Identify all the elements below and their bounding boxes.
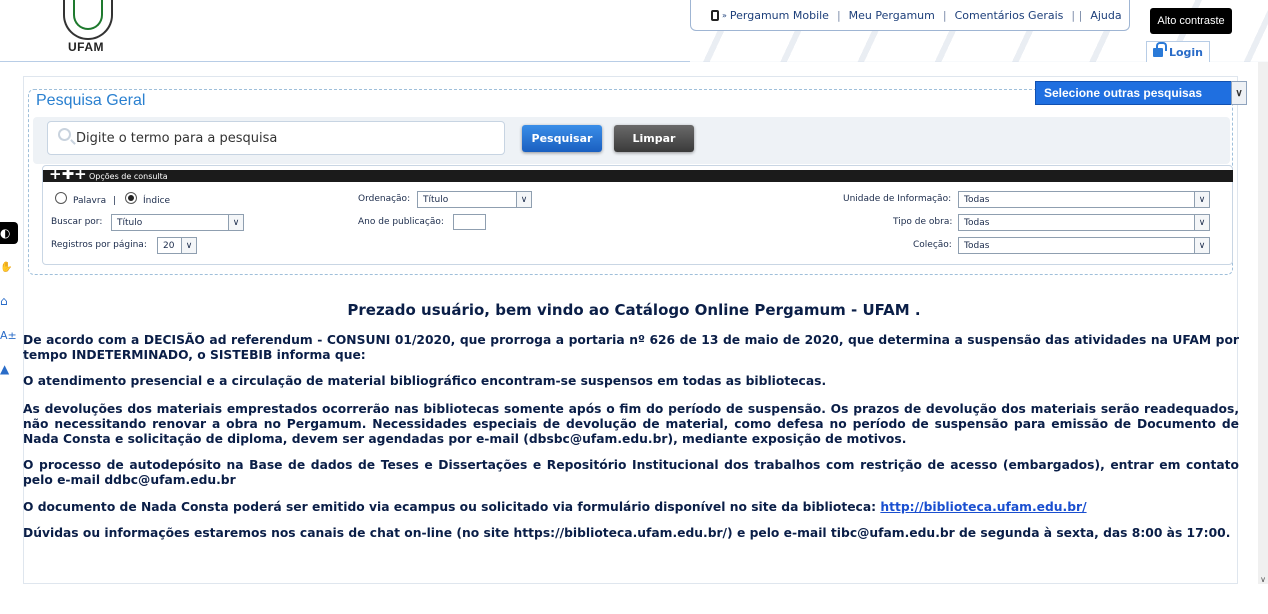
options-panel: +✚+ Opções de consulta Palavra | Índice … (42, 165, 1233, 265)
library-link[interactable]: http://biblioteca.ufam.edu.br/ (880, 500, 1086, 514)
notice-paragraph-5-text: O documento de Nada Consta poderá ser em… (23, 500, 881, 514)
scroll-top-icon[interactable]: ▲ (0, 358, 18, 380)
unidade-label: Unidade de Informação: (843, 194, 952, 204)
radio-palavra[interactable] (55, 192, 67, 204)
sign-language-icon[interactable]: ✋ (0, 256, 18, 278)
menu-meu-pergamum[interactable]: Meu Pergamum (849, 9, 935, 22)
chevron-down-icon[interactable]: ∨ (1231, 81, 1247, 105)
search-button[interactable]: Pesquisar (522, 125, 602, 152)
arrow-icon: » (722, 10, 727, 20)
high-contrast-button[interactable]: Alto contraste (1150, 8, 1232, 34)
seal-icon (63, 0, 113, 40)
search-input[interactable]: Digite o termo para a pesquisa (47, 121, 505, 155)
ufam-logo[interactable]: UFAM (60, 0, 116, 56)
login-button[interactable]: Login (1146, 41, 1210, 62)
ano-input[interactable] (453, 214, 486, 230)
notice-paragraph-2: O atendimento presencial e a circulação … (23, 374, 827, 388)
notice-paragraph-6: Dúvidas ou informações estaremos nos can… (23, 526, 1231, 540)
radio-separator: | (113, 196, 117, 206)
lock-icon (1152, 41, 1167, 57)
search-icon (58, 128, 71, 141)
notice-paragraph-1: De acordo com a DECISÃO ad referendum - … (23, 333, 1239, 362)
chevron-down-icon: ∨ (181, 238, 196, 253)
menu-pergamum-mobile[interactable]: Pergamum Mobile (730, 9, 829, 22)
ano-label: Ano de publicação: (358, 217, 444, 227)
colecao-label: Coleção: (913, 240, 952, 250)
tipo-select[interactable]: Todas ∨ (958, 214, 1210, 231)
notice-paragraph-3: As devoluções dos materiais emprestados … (23, 402, 1239, 446)
unidade-select[interactable]: Todas ∨ (958, 191, 1210, 208)
registros-select[interactable]: 20 ∨ (157, 237, 197, 254)
login-label: Login (1168, 45, 1204, 59)
header: UFAM » Pergamum Mobile | Meu Pergamum | … (0, 0, 1268, 62)
chevron-down-icon: ∨ (1194, 215, 1209, 230)
chevron-down-icon: ∨ (1194, 238, 1209, 253)
vertical-scrollbar[interactable]: ∨ (1258, 62, 1268, 584)
menu-comentarios-gerais[interactable]: Comentários Gerais (955, 9, 1064, 22)
options-title: Opções de consulta (89, 171, 168, 181)
logo-text: UFAM (68, 40, 104, 54)
select-other-searches[interactable]: Selecione outras pesquisas ∨ (1035, 81, 1247, 105)
clear-button[interactable]: Limpar (614, 125, 694, 152)
tipo-label: Tipo de obra: (893, 217, 953, 227)
buscar-value: Título (117, 217, 143, 228)
ordenacao-value: Título (423, 194, 449, 205)
ordenacao-label: Ordenação: (358, 194, 411, 204)
tipo-value: Todas (964, 217, 990, 228)
colecao-value: Todas (964, 240, 990, 251)
buscar-label: Buscar por: (51, 217, 103, 227)
menu-ajuda[interactable]: Ajuda (1090, 9, 1121, 22)
select-other-label: Selecione outras pesquisas (1044, 86, 1203, 100)
chevron-down-icon: ∨ (1194, 192, 1209, 207)
chevron-down-icon: ∨ (228, 215, 243, 230)
radio-indice-label: Índice (143, 196, 171, 206)
unidade-value: Todas (964, 194, 990, 205)
section-title: Pesquisa Geral (34, 92, 148, 110)
chevron-down-icon: ∨ (516, 192, 531, 207)
search-placeholder: Digite o termo para a pesquisa (76, 130, 278, 146)
registros-value: 20 (163, 240, 175, 251)
radio-palavra-label: Palavra (73, 196, 107, 206)
mobile-icon (711, 9, 719, 21)
plus-icon: +✚+ (49, 165, 87, 183)
welcome-title: Prezado usuário, bem vindo ao Catálogo O… (347, 301, 921, 319)
radio-indice[interactable] (125, 192, 137, 204)
top-menu: » Pergamum Mobile | Meu Pergamum | Comen… (690, 0, 1130, 31)
scroll-down-icon[interactable]: ∨ (1258, 574, 1268, 584)
ordenacao-select[interactable]: Título ∨ (417, 191, 532, 208)
buscar-select[interactable]: Título ∨ (111, 214, 244, 231)
registros-label: Registros por página: (51, 240, 147, 250)
font-size-icon[interactable]: A± (0, 324, 18, 346)
options-bar[interactable]: +✚+ Opções de consulta (43, 165, 1233, 183)
notice-paragraph-4: O processo de autodepósito na Base de da… (23, 458, 1239, 487)
contrast-icon[interactable]: ◐ (0, 222, 18, 244)
colecao-select[interactable]: Todas ∨ (958, 237, 1210, 254)
notice-paragraph-5: O documento de Nada Consta poderá ser em… (23, 500, 1239, 515)
